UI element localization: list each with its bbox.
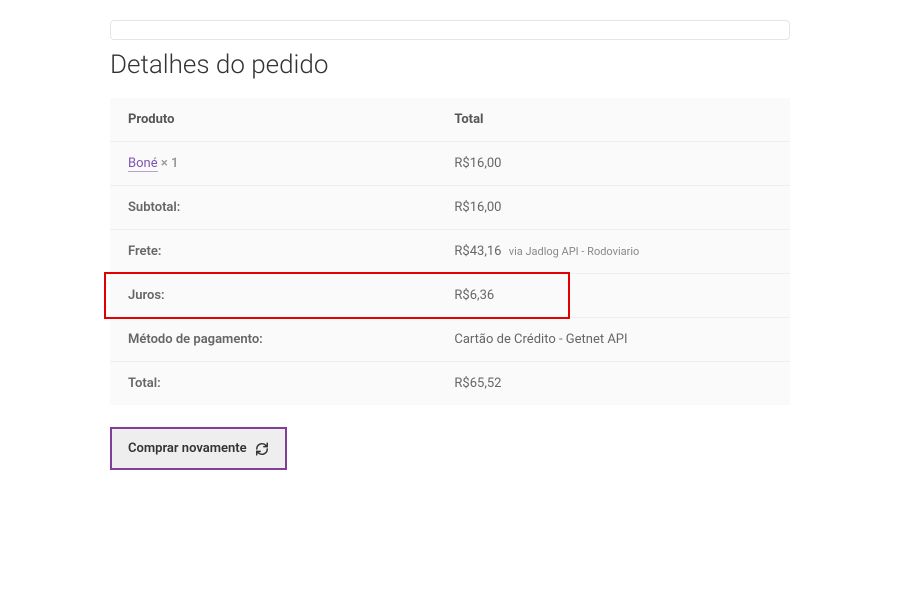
product-price: R$16,00 [436, 142, 790, 185]
table-header-row: Produto Total [110, 98, 790, 141]
product-qty: × 1 [161, 156, 179, 171]
interest-row: Juros: R$6,36 [110, 273, 790, 317]
shipping-value-cell: R$43,16 via Jadlog API - Rodoviario [436, 230, 790, 273]
shipping-value: R$43,16 [454, 244, 501, 259]
order-details-table: Produto Total Boné × 1 R$16,00 Subtotal:… [110, 98, 790, 405]
subtotal-label: Subtotal: [110, 186, 436, 229]
reorder-button-label: Comprar novamente [128, 441, 247, 456]
subtotal-row: Subtotal: R$16,00 [110, 185, 790, 229]
top-empty-box [110, 20, 790, 40]
header-product: Produto [110, 98, 436, 141]
order-details-heading: Detalhes do pedido [110, 50, 790, 80]
product-cell: Boné × 1 [110, 142, 436, 185]
subtotal-value: R$16,00 [436, 186, 790, 229]
header-total: Total [436, 98, 790, 141]
reorder-button[interactable]: Comprar novamente [110, 427, 287, 470]
payment-label: Método de pagamento: [110, 318, 436, 361]
shipping-label: Frete: [110, 230, 436, 273]
total-label: Total: [110, 362, 436, 405]
total-value: R$65,52 [436, 362, 790, 405]
shipping-note: via Jadlog API - Rodoviario [509, 245, 640, 258]
shipping-row: Frete: R$43,16 via Jadlog API - Rodoviar… [110, 229, 790, 273]
total-row: Total: R$65,52 [110, 361, 790, 405]
product-row: Boné × 1 R$16,00 [110, 141, 790, 185]
interest-label: Juros: [110, 274, 436, 317]
interest-value: R$6,36 [436, 274, 790, 317]
refresh-icon [255, 442, 269, 456]
payment-value: Cartão de Crédito - Getnet API [436, 318, 790, 361]
payment-row: Método de pagamento: Cartão de Crédito -… [110, 317, 790, 361]
product-link[interactable]: Boné [128, 156, 158, 172]
